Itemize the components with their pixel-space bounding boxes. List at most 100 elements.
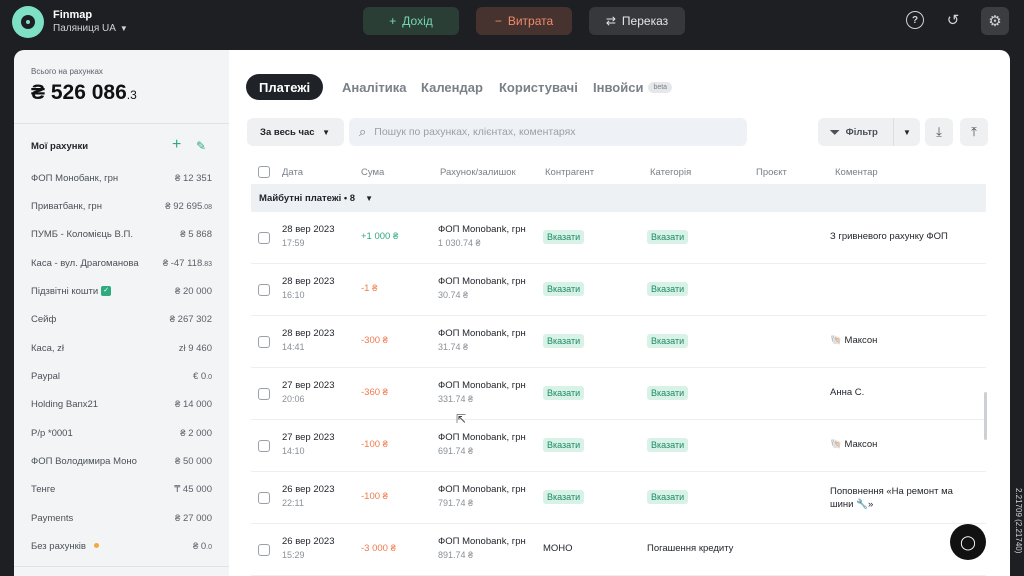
account-row[interactable]: Сейф ₴ 267 302	[31, 310, 212, 328]
header-date[interactable]: Дата	[282, 167, 303, 178]
help-icon[interactable]: ?	[906, 11, 924, 29]
row-counterparty[interactable]: МОНО	[543, 543, 573, 554]
account-name: Каса - вул. Драгоманова	[31, 257, 139, 269]
row-checkbox[interactable]	[258, 336, 270, 348]
category-tag[interactable]: Вказати	[647, 334, 689, 348]
account-row[interactable]: ФОП Монобанк, грн ₴ 12 351	[31, 169, 212, 187]
row-checkbox[interactable]	[258, 440, 270, 452]
row-comment: 🐚 Максон	[830, 335, 878, 346]
account-row[interactable]: Holding Banx21 ₴ 14 000	[31, 395, 212, 413]
counterparty-tag[interactable]: Вказати	[543, 230, 585, 244]
category-tag[interactable]: Вказати	[647, 282, 689, 296]
row-account: ФОП Monobank, грн	[438, 380, 526, 391]
account-row[interactable]: ПУМБ - Коломієць В.П. ₴ 5 868	[31, 225, 212, 243]
download-icon: ⤓	[936, 124, 942, 139]
account-balance: € 0.0	[192, 370, 212, 382]
account-name: Payments	[31, 512, 74, 524]
chevron-down-icon[interactable]: ▼	[894, 128, 920, 137]
settings-button[interactable]: ⚙	[981, 7, 1009, 35]
row-time: 14:10	[282, 446, 305, 456]
account-name: Тенге	[31, 483, 56, 495]
company-selector[interactable]: Паляниця UA ▼	[53, 23, 128, 34]
category-tag[interactable]: Вказати	[647, 386, 689, 400]
edit-pencil-icon[interactable]: ✎	[196, 139, 210, 153]
group-row-upcoming[interactable]: Майбутні платежі • 8 ▼	[251, 184, 986, 212]
upload-icon: ⤒	[971, 124, 977, 139]
account-row[interactable]: Приватбанк, грн ₴ 92 695.08	[31, 197, 212, 215]
row-balance: 791.74 ₴	[438, 498, 474, 508]
counterparty-tag[interactable]: Вказати	[543, 282, 585, 296]
account-row[interactable]: Підзвітні кошти ✓ ₴ 20 000	[31, 282, 212, 300]
income-label: Дохід	[402, 14, 433, 28]
account-row[interactable]: Payments ₴ 27 000	[31, 509, 212, 527]
search-input[interactable]	[374, 126, 735, 138]
period-selector[interactable]: За весь час ▼	[247, 118, 344, 146]
row-time: 14:41	[282, 342, 305, 352]
row-category[interactable]: Погашення кредиту	[647, 543, 733, 554]
app-name: Finmap	[53, 9, 93, 21]
row-date: 26 вер 2023	[282, 536, 335, 547]
table-row[interactable]: 28 вер 2023 14:41 -300 ₴ ФОП Monobank, г…	[251, 316, 986, 368]
header-amount[interactable]: Сума	[361, 167, 384, 178]
account-name: Підзвітні кошти ✓	[31, 286, 112, 297]
account-row[interactable]: Без рахунків ₴ 0.0	[31, 537, 212, 555]
row-checkbox[interactable]	[258, 232, 270, 244]
tab-invoices[interactable]: Інвойси beta	[593, 74, 673, 100]
divider	[14, 566, 229, 567]
account-row[interactable]: Paypal € 0.0	[31, 367, 212, 385]
account-name: ПУМБ - Коломієць В.П.	[31, 228, 133, 240]
counterparty-tag[interactable]: Вказати	[543, 490, 585, 504]
table-row[interactable]: 27 вер 2023 20:06 -360 ₴ ФОП Monobank, г…	[251, 368, 986, 420]
category-tag[interactable]: Вказати	[647, 438, 689, 452]
chat-button[interactable]: ◯	[950, 524, 986, 560]
row-checkbox[interactable]	[258, 284, 270, 296]
table-row[interactable]: 27 вер 2023 14:10 -100 ₴ ФОП Monobank, г…	[251, 420, 986, 472]
account-balance: zł 9 460	[178, 342, 212, 354]
account-row[interactable]: ФОП Володимира Моно ₴ 50 000	[31, 452, 212, 470]
plus-icon: +	[389, 14, 397, 28]
tab-users[interactable]: Користувачі	[499, 74, 578, 100]
account-name: Сейф	[31, 313, 57, 325]
account-row[interactable]: Р/р *0001 ₴ 2 000	[31, 424, 212, 442]
scrollbar[interactable]	[984, 392, 987, 440]
select-all-checkbox[interactable]	[258, 166, 270, 178]
counterparty-tag[interactable]: Вказати	[543, 386, 585, 400]
history-icon[interactable]: ↺	[944, 11, 962, 29]
upload-button[interactable]: ⤒	[960, 118, 988, 146]
category-tag[interactable]: Вказати	[647, 490, 689, 504]
table-row[interactable]: 26 вер 2023 15:29 -3 000 ₴ ФОП Monobank,…	[251, 524, 986, 576]
row-checkbox[interactable]	[258, 388, 270, 400]
tab-analytics[interactable]: Аналітика	[342, 74, 406, 100]
row-balance: 891.74 ₴	[438, 550, 474, 560]
counterparty-tag[interactable]: Вказати	[543, 438, 585, 452]
account-row[interactable]: Тенге ₸ 45 000	[31, 480, 212, 498]
account-row[interactable]: Каса - вул. Драгоманова ₴ -47 118.83	[31, 254, 212, 272]
category-tag[interactable]: Вказати	[647, 230, 689, 244]
add-transfer-button[interactable]: ⇄ Переказ	[589, 7, 685, 35]
search-box[interactable]: ⌕	[349, 118, 747, 146]
download-button[interactable]: ⤓	[925, 118, 953, 146]
account-name: ФОП Монобанк, грн	[31, 172, 119, 184]
header-project: Проєкт	[756, 167, 787, 178]
table-row[interactable]: 28 вер 2023 16:10 -1 ₴ ФОП Monobank, грн…	[251, 264, 986, 316]
account-row[interactable]: Каса, zł zł 9 460	[31, 339, 212, 357]
row-checkbox[interactable]	[258, 544, 270, 556]
row-amount: -300 ₴	[361, 335, 388, 346]
add-income-button[interactable]: + Дохід	[363, 7, 459, 35]
add-expense-button[interactable]: − Витрата	[476, 7, 572, 35]
table-row[interactable]: 26 вер 2023 22:11 -100 ₴ ФОП Monobank, г…	[251, 472, 986, 524]
tab-calendar[interactable]: Календар	[421, 74, 483, 100]
counterparty-tag[interactable]: Вказати	[543, 334, 585, 348]
minus-icon: −	[494, 14, 502, 28]
row-checkbox[interactable]	[258, 492, 270, 504]
tab-payments[interactable]: Платежі	[246, 74, 324, 100]
table-row[interactable]: 28 вер 2023 17:59 +1 000 ₴ ФОП Monobank,…	[251, 212, 986, 264]
row-date: 27 вер 2023	[282, 380, 335, 391]
add-account-icon[interactable]: +	[172, 136, 186, 154]
row-date: 27 вер 2023	[282, 432, 335, 443]
filter-button[interactable]: ⏷ Фільтр ▼	[818, 118, 920, 146]
divider	[14, 123, 229, 124]
row-balance: 331.74 ₴	[438, 394, 474, 404]
finmap-logo-icon[interactable]	[12, 6, 44, 38]
filter-funnel-icon: ⏷	[830, 124, 840, 139]
